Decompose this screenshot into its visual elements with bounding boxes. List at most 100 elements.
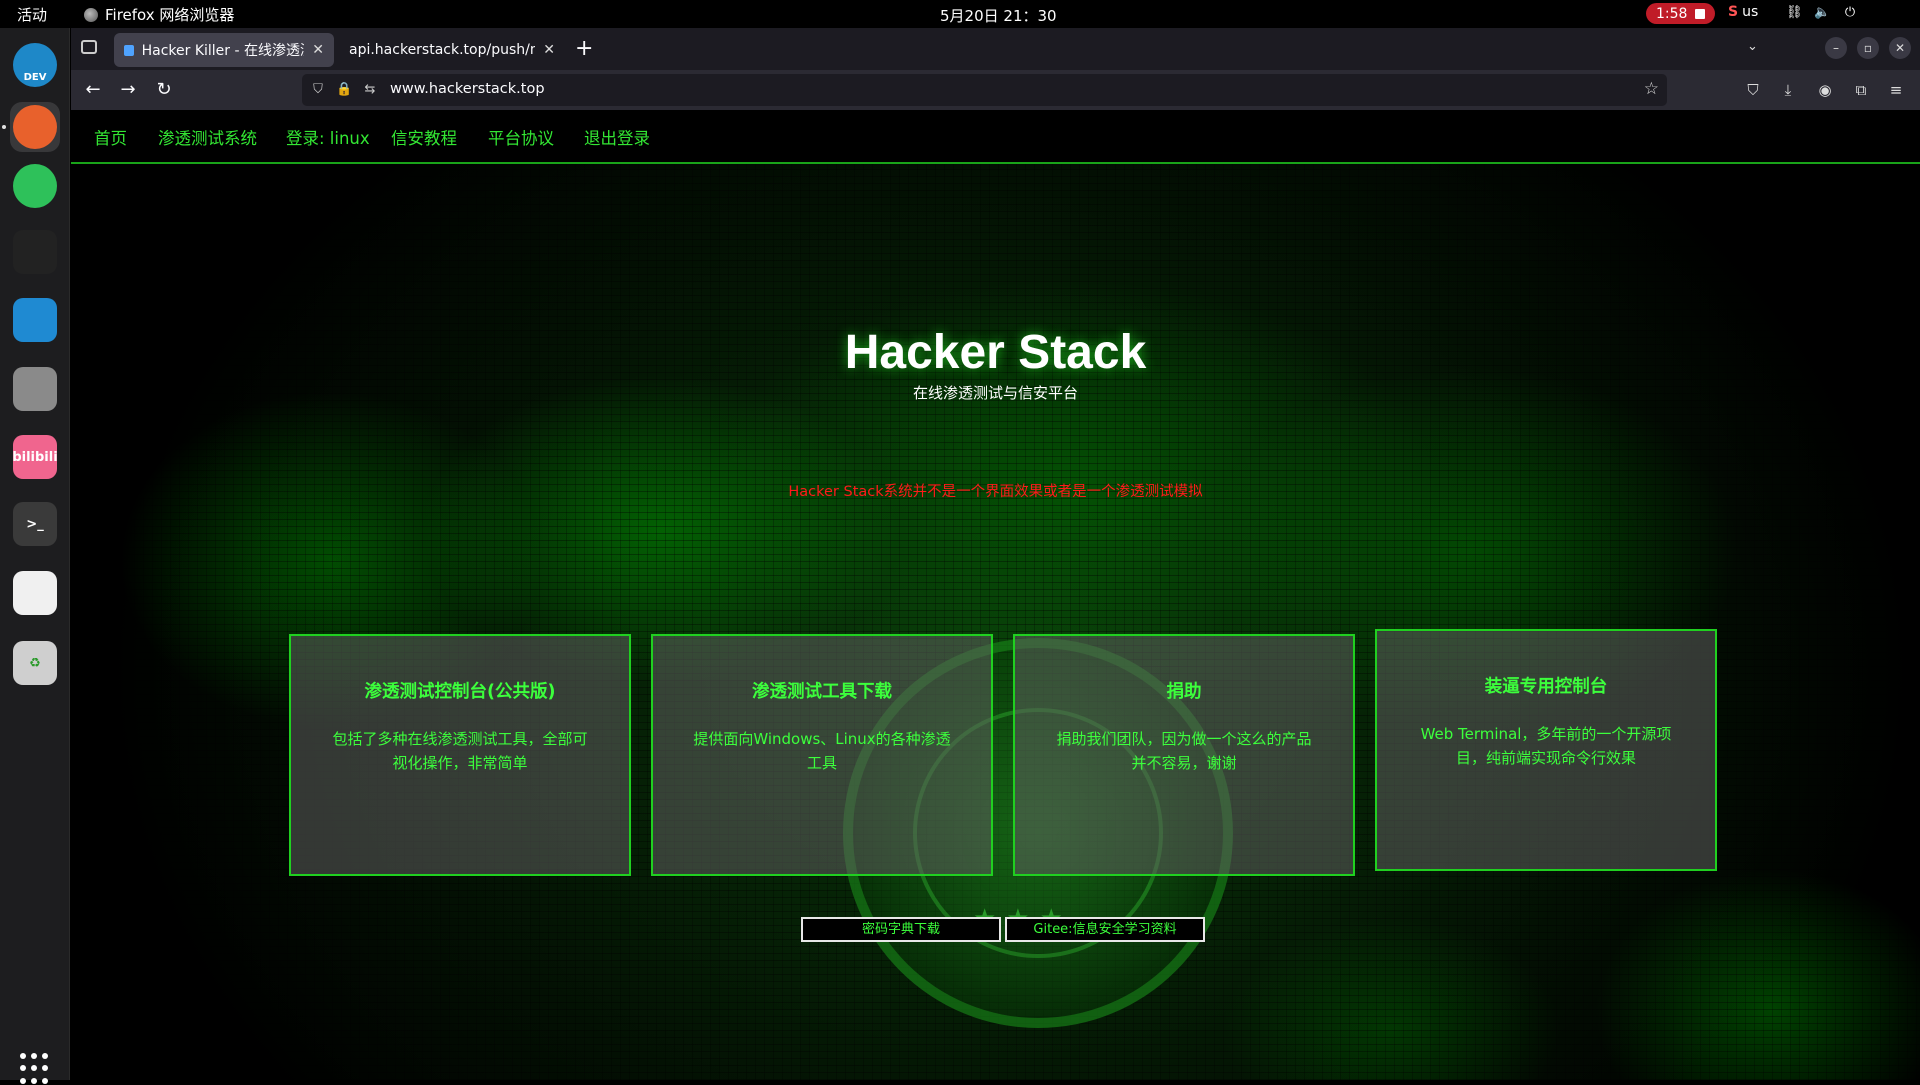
card-web-terminal[interactable]: 装逼专用控制台 Web Terminal，多年前的一个开源项目，纯前端实现命令行… [1375,629,1717,871]
dock-edge-dev[interactable]: DEV [10,40,60,90]
card-donate[interactable]: 捐助 捐助我们团队，因为做一个这么的产品并不容易，谢谢 [1013,634,1355,876]
grid-dot [20,1053,26,1059]
forward-icon[interactable]: → [115,77,141,103]
files-icon [13,367,57,411]
qq-icon [13,230,57,274]
card-title: 装逼专用控制台 [1484,677,1608,697]
reload-icon[interactable]: ↻ [151,77,177,103]
grid-dot [42,1065,48,1072]
dock-firefox[interactable] [10,102,60,152]
grid-dot [20,1077,26,1084]
nav-logout[interactable]: 退出登录 [584,125,650,149]
page-title: Hacker Stack [844,326,1147,379]
card-pentest-console[interactable]: 渗透测试控制台(公共版) 包括了多种在线渗透测试工具，全部可视化操作，非常简单 [289,634,631,876]
dock-vscode[interactable] [10,295,60,345]
page-subtitle: 在线渗透测试与信安平台 [912,384,1078,402]
dock-qq[interactable] [10,227,60,277]
tab-hacker-killer[interactable]: Hacker Killer - 在线渗透测试 ✕ [114,33,334,67]
input-method-indicator[interactable]: S us [1728,4,1758,20]
dock: DEV bilibili >_ ♻ [0,28,70,1084]
nav-pentest-system[interactable]: 渗透测试系统 [158,125,257,149]
firefox-icon [13,105,57,149]
grid-dot [42,1053,48,1059]
dock-bilibili[interactable]: bilibili [10,432,60,482]
shield-icon[interactable]: ⛉ [310,82,326,98]
system-top-bar: 活动 Firefox 网络浏览器 5月20日 21：30 1:58 S us ⛓… [0,0,1920,28]
sogou-icon: S [1728,4,1739,20]
power-icon: ⏻ [1844,5,1856,20]
site-nav: 首页 渗透测试系统 登录: linux 信安教程 平台协议 退出登录 [71,110,1920,164]
nav-home[interactable]: 首页 [94,125,127,149]
stop-icon [1695,8,1706,19]
navigation-toolbar: ← → ↻ ⛉ 🔒 ⇆ www.hackerstack.top ☆ ⛉ ⤓ ◉ … [71,70,1920,110]
gitee-resources-button[interactable]: Gitee:信息安全学习资料 [1005,917,1205,942]
vscode-icon [13,298,57,342]
nav-login-user[interactable]: 登录: linux [286,125,370,149]
card-title: 渗透测试工具下载 [752,682,892,702]
card-description: 提供面向Windows、Linux的各种渗透工具 [693,730,951,772]
card-description: Web Terminal，多年前的一个开源项目，纯前端实现命令行效果 [1420,725,1672,767]
nav-agreement[interactable]: 平台协议 [488,125,554,149]
maximize-button[interactable]: ▫ [1857,37,1879,59]
notice-text: Hacker Stack系统并不是一个界面效果或者是一个渗透测试模拟 [788,484,1203,500]
tab-title: Hacker Killer - 在线渗透测试 [141,43,305,59]
screen-recording-indicator[interactable]: 1:58 [1646,3,1716,24]
card-description: 包括了多种在线渗透测试工具，全部可视化操作，非常简单 [332,730,588,772]
menu-icon[interactable]: ≡ [1886,80,1906,100]
password-dict-download-button[interactable]: 密码字典下载 [801,917,1001,942]
nav-tutorials[interactable]: 信安教程 [391,125,457,149]
bookmark-star-icon[interactable]: ☆ [1644,79,1659,99]
dock-files[interactable] [10,364,60,414]
network-icon: ⛓ [1786,5,1803,20]
grid-dot [42,1077,48,1084]
pinwheel-icon [13,571,57,615]
trash-icon: ♻ [13,641,57,685]
input-method-label: us [1742,4,1759,20]
back-icon[interactable]: ← [80,77,106,103]
show-apps-icon[interactable] [20,1053,52,1085]
tab-title: api.hackerstack.top/push/mm [349,42,535,58]
bilibili-icon: bilibili [12,435,58,479]
card-title: 捐助 [1166,682,1202,702]
activities-button[interactable]: 活动 [17,4,47,25]
minimize-button[interactable]: – [1825,37,1847,59]
card-tools-download[interactable]: 渗透测试工具下载 提供面向Windows、Linux的各种渗透工具 [651,634,993,876]
tab-api-push[interactable]: api.hackerstack.top/push/mm ✕ [339,33,565,67]
grid-dot [31,1053,37,1059]
card-title: 渗透测试控制台(公共版) [364,682,556,702]
tab-favicon-icon [124,44,134,56]
firefox-icon [84,7,98,22]
wechat-icon [13,164,57,208]
tab-close-icon[interactable]: ✕ [535,42,555,58]
downloads-icon[interactable]: ⤓ [1778,80,1798,100]
url-text[interactable]: www.hackerstack.top [390,81,545,97]
edge-dev-icon: DEV [13,43,57,87]
extensions-icon[interactable]: ⧉ [1851,80,1871,100]
running-indicator [2,125,6,129]
dock-terminal[interactable]: >_ [10,499,60,549]
tab-close-icon[interactable]: ✕ [304,42,324,58]
firefox-window: Hacker Killer - 在线渗透测试 ✕ api.hackerstack… [71,28,1920,1080]
lock-icon[interactable]: 🔒 [336,82,352,98]
close-window-button[interactable]: ✕ [1889,37,1911,59]
clock[interactable]: 5月20日 21：30 [940,5,1057,26]
new-tab-button[interactable]: + [575,36,593,61]
dock-trash[interactable]: ♻ [10,638,60,688]
app-menu-label: Firefox 网络浏览器 [105,6,235,24]
chevron-down-icon[interactable]: ⌄ [1747,39,1758,54]
volume-icon: 🔈 [1814,5,1831,20]
recording-time: 1:58 [1656,5,1688,22]
permissions-icon[interactable]: ⇆ [362,82,378,98]
dock-pinwheel[interactable] [10,568,60,618]
list-all-tabs-icon[interactable] [81,40,97,54]
account-icon[interactable]: ◉ [1815,80,1835,100]
system-tray[interactable]: ⛓ 🔈 ⏻ [1786,5,1858,21]
grid-dot [31,1077,37,1084]
dock-wechat[interactable] [10,161,60,211]
pocket-icon[interactable]: ⛉ [1743,80,1763,100]
card-description: 捐助我们团队，因为做一个这么的产品并不容易，谢谢 [1056,730,1312,772]
web-page: ★★★ 首页 渗透测试系统 登录: linux 信安教程 平台协议 退出登录 H… [71,110,1920,1080]
grid-dot [20,1065,26,1072]
app-menu[interactable]: Firefox 网络浏览器 [84,4,234,25]
url-bar[interactable]: ⛉ 🔒 ⇆ www.hackerstack.top ☆ [302,74,1667,106]
